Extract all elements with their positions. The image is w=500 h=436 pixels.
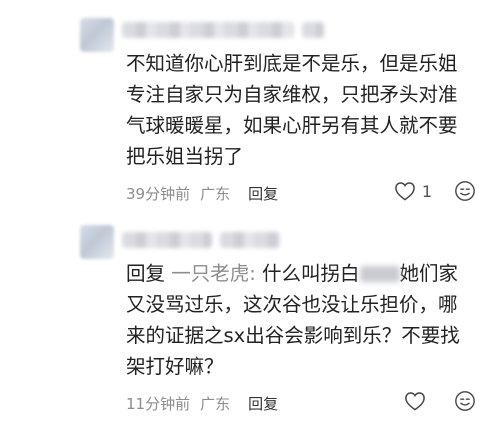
like-count: 1	[421, 181, 432, 201]
username-blurred-2	[220, 232, 280, 248]
emoji-reaction-button[interactable]	[454, 390, 476, 412]
comment-actions: 1	[394, 180, 476, 202]
comment-text: 回复 一只老虎: 什么叫拐白 她们家又没骂过乐，这次谷也没让乐担价，哪来的证据之s…	[126, 258, 476, 382]
smiley-icon	[454, 390, 476, 412]
username-blurred[interactable]	[122, 232, 212, 248]
comment-text-part-1: 什么叫拐白	[255, 262, 360, 285]
comment-text: 不知道你心肝到底是不是乐，但是乐姐专注自家只为自家维权，只把矛头对准 气球暖暖星…	[126, 52, 458, 168]
avatar[interactable]	[80, 225, 114, 259]
avatar[interactable]	[80, 18, 114, 52]
heart-outline-icon	[404, 391, 426, 411]
comment-time: 11分钟前	[126, 395, 191, 413]
like-button[interactable]	[404, 391, 432, 411]
smiley-icon	[454, 180, 476, 202]
reply-prefix: 回复	[126, 262, 166, 285]
like-button[interactable]: 1	[394, 181, 432, 201]
username-blurred[interactable]	[122, 22, 294, 38]
reply-button[interactable]: 回复	[248, 183, 278, 204]
comment-meta: 39分钟前 广东 回复	[126, 183, 278, 204]
comment-location: 广东	[200, 395, 231, 413]
comment-actions	[404, 390, 476, 412]
heart-outline-icon	[394, 181, 416, 201]
comment-location: 广东	[200, 185, 231, 203]
comment-time: 39分钟前	[126, 185, 191, 203]
emoji-reaction-button[interactable]	[454, 180, 476, 202]
reply-target-username[interactable]: 一只老虎:	[171, 262, 256, 285]
username-blurred-2	[302, 22, 324, 38]
comment-meta: 11分钟前 广东 回复	[126, 393, 278, 414]
blurred-text	[359, 266, 400, 282]
reply-button[interactable]: 回复	[248, 393, 278, 414]
